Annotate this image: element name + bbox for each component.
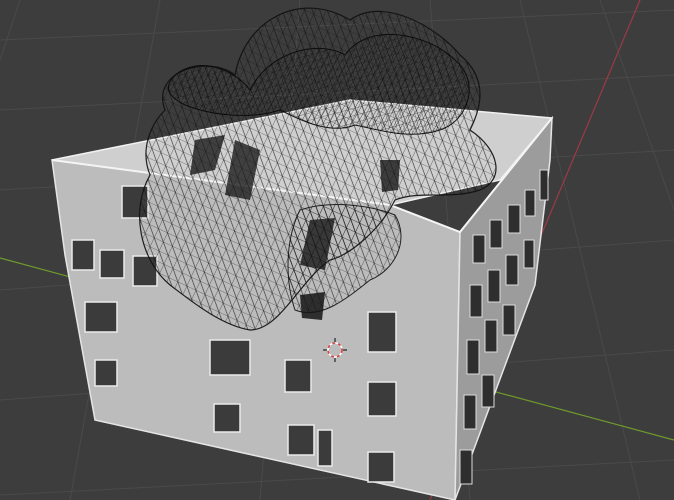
- viewport-canvas[interactable]: [0, 0, 674, 500]
- 3d-viewport[interactable]: [0, 0, 674, 500]
- wireframe-shadow-5: [300, 292, 325, 320]
- wireframe-shadow-4: [380, 160, 400, 192]
